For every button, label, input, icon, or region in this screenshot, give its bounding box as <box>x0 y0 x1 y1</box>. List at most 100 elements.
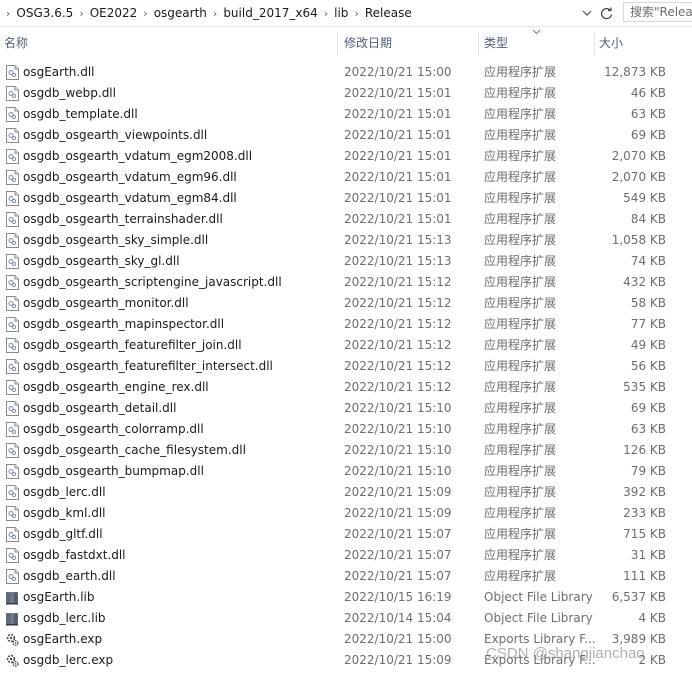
chevron-right-icon[interactable]: › <box>73 7 89 20</box>
file-modified-date: 2022/10/21 15:13 <box>344 233 452 247</box>
file-row[interactable]: osgdb_osgearth_detail.dll 2022/10/21 15:1… <box>0 398 692 419</box>
file-row[interactable]: osgdb_osgearth_sky_simple.dll 2022/10/21 … <box>0 230 692 251</box>
file-row[interactable]: osgdb_osgearth_vdatum_egm84.dll 2022/10/2… <box>0 188 692 209</box>
file-size: 84 KB <box>630 212 666 226</box>
file-modified-date: 2022/10/21 15:01 <box>344 170 452 184</box>
breadcrumb-item-osg365[interactable]: OSG3.6.5 <box>16 6 73 20</box>
column-header-name[interactable]: 名称 <box>4 26 28 56</box>
file-row[interactable]: osgdb_osgearth_viewpoints.dll 2022/10/21 … <box>0 125 692 146</box>
chevron-right-icon[interactable]: › <box>318 7 334 20</box>
file-name: osgdb_earth.dll <box>23 569 116 583</box>
file-type: 应用程序扩展 <box>484 338 557 352</box>
file-size: 392 KB <box>623 485 666 499</box>
file-row[interactable]: osgdb_osgearth_scriptengine_javascript.d… <box>0 272 692 293</box>
exp-file-icon <box>6 632 19 647</box>
dll-file-icon <box>6 359 19 374</box>
file-type: 应用程序扩展 <box>484 422 557 436</box>
file-row[interactable]: osgdb_fastdxt.dll 2022/10/21 15:07 应用程序扩展 3… <box>0 545 692 566</box>
file-name: osgdb_osgearth_vdatum_egm2008.dll <box>23 149 253 163</box>
file-size: 63 KB <box>630 107 666 121</box>
file-row[interactable]: osgdb_osgearth_terrainshader.dll 2022/10/… <box>0 209 692 230</box>
chevron-right-icon[interactable]: › <box>0 7 16 20</box>
file-row[interactable]: osgdb_osgearth_featurefilter_intersect.d… <box>0 356 692 377</box>
file-name: osgEarth.lib <box>23 590 95 604</box>
column-divider[interactable] <box>337 32 338 56</box>
file-modified-date: 2022/10/21 15:01 <box>344 212 452 226</box>
chevron-right-icon[interactable]: › <box>348 7 364 20</box>
file-row[interactable]: osgdb_lerc.lib 2022/10/14 15:04 Object Fil… <box>0 608 692 629</box>
file-row[interactable]: osgdb_osgearth_colorramp.dll 2022/10/21 1… <box>0 419 692 440</box>
file-row[interactable]: osgdb_webp.dll 2022/10/21 15:01 应用程序扩展 46 K… <box>0 83 692 104</box>
breadcrumb-item-build[interactable]: build_2017_x64 <box>223 6 317 20</box>
file-size: 49 KB <box>630 338 666 352</box>
dll-file-icon <box>6 464 19 479</box>
chevron-right-icon[interactable]: › <box>137 7 153 20</box>
file-size: 535 KB <box>623 380 666 394</box>
refresh-icon[interactable] <box>597 4 615 22</box>
file-modified-date: 2022/10/21 15:00 <box>344 632 452 646</box>
file-name: osgdb_osgearth_detail.dll <box>23 401 177 415</box>
file-name: osgdb_osgearth_scriptengine_javascript.d… <box>23 275 282 289</box>
file-modified-date: 2022/10/21 15:01 <box>344 86 452 100</box>
dll-file-icon <box>6 401 19 416</box>
dll-file-icon <box>6 569 19 584</box>
file-modified-date: 2022/10/21 15:10 <box>344 464 452 478</box>
file-name: osgdb_gltf.dll <box>23 527 103 541</box>
file-row[interactable]: osgdb_osgearth_cache_filesystem.dll 2022/… <box>0 440 692 461</box>
file-size: 111 KB <box>623 569 666 583</box>
column-header-date[interactable]: 修改日期 <box>344 26 392 56</box>
dll-file-icon <box>6 527 19 542</box>
chevron-right-icon[interactable]: › <box>207 7 223 20</box>
file-modified-date: 2022/10/21 15:12 <box>344 338 452 352</box>
file-size: 549 KB <box>623 191 666 205</box>
dll-file-icon <box>6 506 19 521</box>
file-size: 12,873 KB <box>604 65 666 79</box>
dll-file-icon <box>6 149 19 164</box>
file-name: osgdb_osgearth_vdatum_egm96.dll <box>23 170 237 184</box>
file-row[interactable]: osgdb_osgearth_monitor.dll 2022/10/21 15:… <box>0 293 692 314</box>
file-name: osgdb_osgearth_bumpmap.dll <box>23 464 204 478</box>
dll-file-icon <box>6 380 19 395</box>
breadcrumb-item-oe2022[interactable]: OE2022 <box>90 6 138 20</box>
file-row[interactable]: osgdb_earth.dll 2022/10/21 15:07 应用程序扩展 111… <box>0 566 692 587</box>
dll-file-icon <box>6 65 19 80</box>
breadcrumb-item-lib[interactable]: lib <box>334 6 348 20</box>
search-input[interactable]: 搜索"Release" <box>623 2 692 22</box>
file-name: osgdb_lerc.dll <box>23 485 106 499</box>
file-type: 应用程序扩展 <box>484 464 557 478</box>
dll-file-icon <box>6 338 19 353</box>
file-row[interactable]: osgdb_lerc.dll 2022/10/21 15:09 应用程序扩展 392 … <box>0 482 692 503</box>
file-row[interactable]: osgdb_osgearth_vdatum_egm2008.dll 2022/10… <box>0 146 692 167</box>
file-name: osgdb_osgearth_featurefilter_join.dll <box>23 338 242 352</box>
file-size: 4 KB <box>638 611 666 625</box>
file-type: 应用程序扩展 <box>484 317 557 331</box>
file-row[interactable]: osgdb_osgearth_vdatum_egm96.dll 2022/10/2… <box>0 167 692 188</box>
breadcrumb-item-release[interactable]: Release <box>365 6 412 20</box>
file-row[interactable]: osgdb_osgearth_featurefilter_join.dll 202… <box>0 335 692 356</box>
column-header-type[interactable]: 类型 <box>484 26 508 56</box>
file-name: osgEarth.dll <box>23 65 95 79</box>
file-row[interactable]: osgEarth.dll 2022/10/21 15:00 应用程序扩展 12,873… <box>0 62 692 83</box>
file-type: 应用程序扩展 <box>484 569 557 583</box>
file-row[interactable]: osgdb_kml.dll 2022/10/21 15:09 应用程序扩展 233 K… <box>0 503 692 524</box>
file-size: 63 KB <box>630 422 666 436</box>
file-modified-date: 2022/10/21 15:01 <box>344 191 452 205</box>
file-list: osgEarth.dll 2022/10/21 15:00 应用程序扩展 12,873… <box>0 62 692 671</box>
file-row[interactable]: osgdb_osgearth_mapinspector.dll 2022/10/2… <box>0 314 692 335</box>
file-row[interactable]: osgdb_osgearth_engine_rex.dll 2022/10/21 … <box>0 377 692 398</box>
column-divider[interactable] <box>478 32 479 56</box>
file-row[interactable]: osgdb_gltf.dll 2022/10/21 15:07 应用程序扩展 715 … <box>0 524 692 545</box>
breadcrumb-item-osgearth[interactable]: osgearth <box>154 6 207 20</box>
column-header-size[interactable]: 大小 <box>599 26 623 56</box>
file-type: 应用程序扩展 <box>484 233 557 247</box>
dll-file-icon <box>6 128 19 143</box>
column-divider[interactable] <box>594 32 595 56</box>
file-name: osgdb_osgearth_cache_filesystem.dll <box>23 443 246 457</box>
file-row[interactable]: osgdb_osgearth_bumpmap.dll 2022/10/21 15:… <box>0 461 692 482</box>
chevron-down-icon[interactable] <box>580 4 594 22</box>
file-name: osgdb_osgearth_terrainshader.dll <box>23 212 223 226</box>
file-row[interactable]: osgEarth.lib 2022/10/15 16:19 Object File … <box>0 587 692 608</box>
file-row[interactable]: osgdb_osgearth_sky_gl.dll 2022/10/21 15:1… <box>0 251 692 272</box>
dll-file-icon <box>6 275 19 290</box>
file-row[interactable]: osgdb_template.dll 2022/10/21 15:01 应用程序扩展… <box>0 104 692 125</box>
